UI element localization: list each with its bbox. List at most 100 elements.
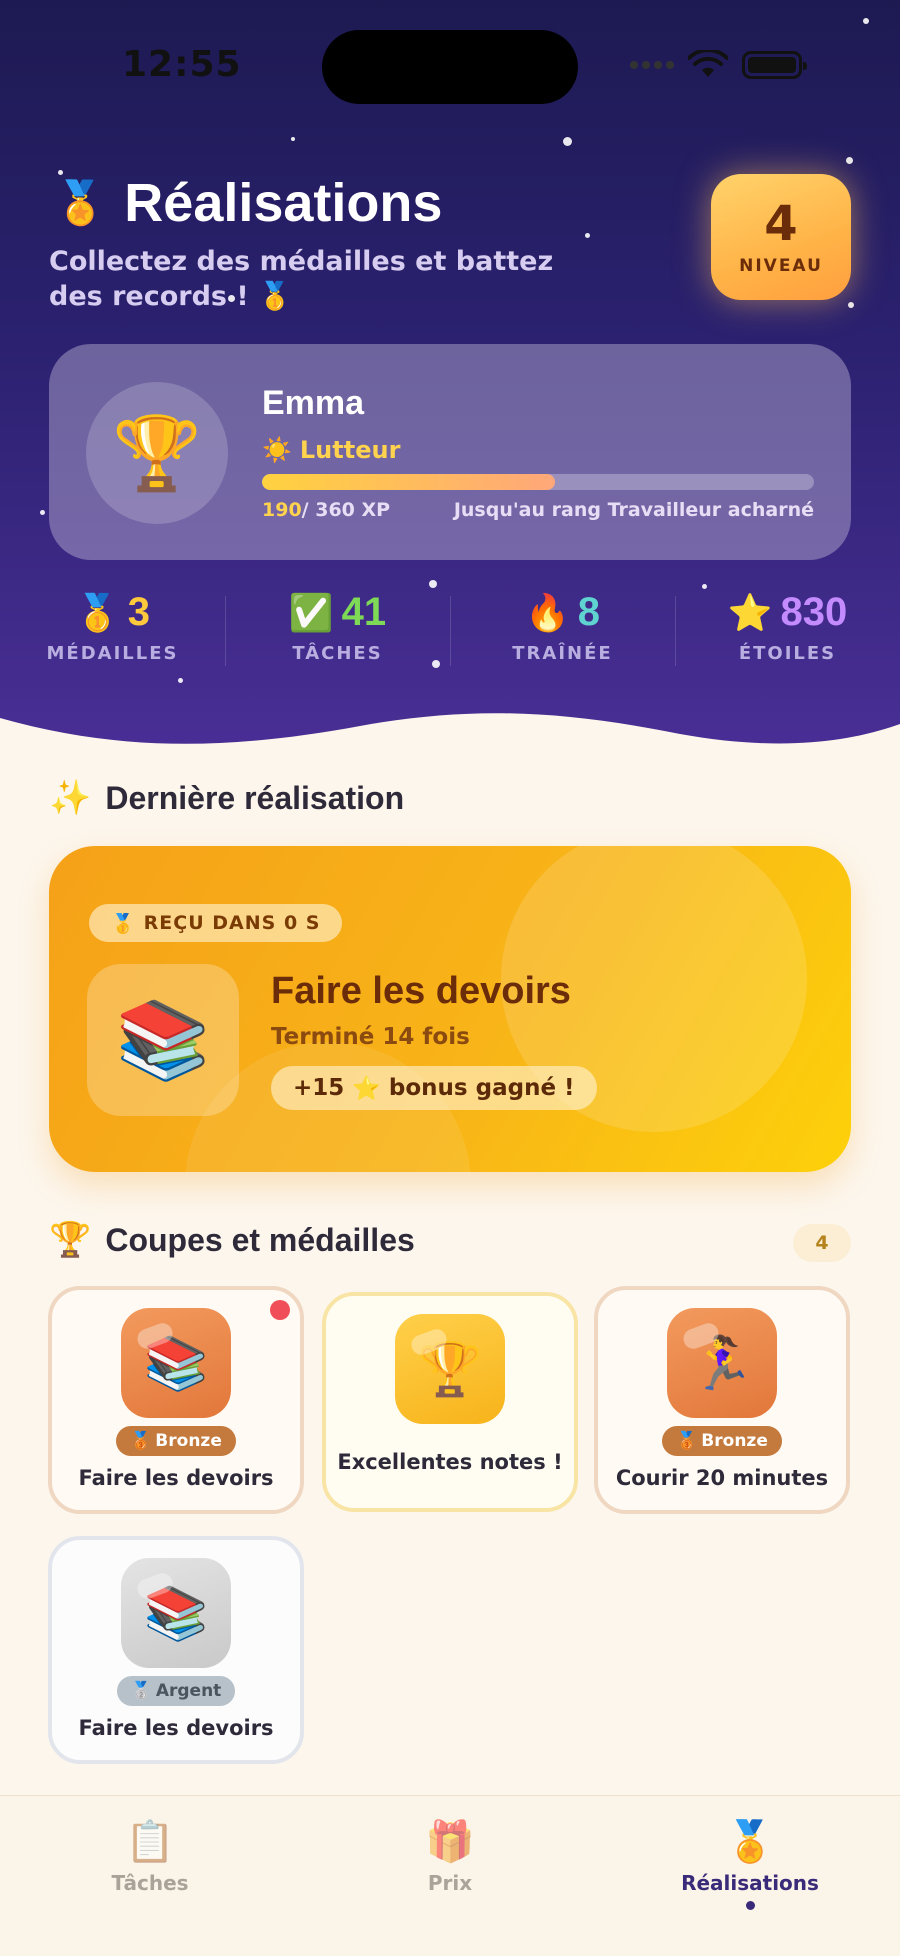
check-icon: ✅ — [288, 592, 334, 634]
fire-icon: 🔥 — [524, 592, 570, 634]
stat-tasks[interactable]: ✅ 41 TÂCHES — [225, 590, 450, 666]
medal-icon: 🥇 — [74, 592, 120, 634]
stat-label: TRAÎNÉE — [512, 643, 613, 664]
medal-card[interactable]: 🏆 Excellentes notes ! — [322, 1292, 578, 1512]
books-icon: 📚 — [121, 1308, 231, 1418]
tab-label: Prix — [427, 1871, 473, 1895]
medal-name: Faire les devoirs — [78, 1466, 274, 1490]
stat-value: 830 — [780, 590, 848, 634]
level-label: NIVEAU — [739, 256, 823, 276]
wave-divider — [0, 713, 900, 760]
medal-card[interactable]: 🏃‍♀️ 🥉 Bronze Courir 20 minutes — [594, 1286, 850, 1514]
bonus-text: bonus gagné ! — [388, 1075, 575, 1101]
stat-value: 41 — [341, 590, 387, 634]
tier-label: Bronze — [701, 1431, 768, 1451]
dynamic-island — [322, 30, 578, 104]
profile-name: Emma — [262, 384, 365, 422]
signal-icon — [630, 61, 674, 69]
status-time: 12:55 — [122, 44, 242, 85]
latest-subtitle: Terminé 14 fois — [271, 1024, 470, 1050]
profile-rank: ☀️ Lutteur — [262, 436, 400, 464]
tab-label: Tâches — [111, 1871, 189, 1895]
xp-current: 190 — [262, 499, 302, 521]
star-decoration — [429, 580, 437, 588]
xp-progress-bar — [262, 474, 814, 490]
bronze-medal-icon: 🥉 — [130, 1431, 152, 1451]
page-header: 🏅 Réalisations — [54, 172, 442, 234]
medal-name: Courir 20 minutes — [615, 1466, 829, 1490]
hero-header: 12:55 🏅 Réalisations Collectez des médai… — [0, 0, 900, 760]
silver-medal-icon: 🥈 — [130, 1681, 152, 1701]
star-decoration — [846, 157, 853, 164]
stat-value: 8 — [577, 590, 601, 634]
received-label: REÇU DANS 0 S — [143, 912, 321, 934]
bonus-amount: +15 — [293, 1075, 345, 1101]
new-indicator-dot — [270, 1300, 290, 1320]
profile-rank-label: Lutteur — [299, 436, 401, 464]
page-subtitle: Collectez des médailles et battez des re… — [49, 246, 554, 312]
wifi-icon — [688, 50, 728, 77]
medal-card[interactable]: 📚 🥉 Bronze Faire les devoirs — [48, 1286, 304, 1514]
next-rank-text: Jusqu'au rang Travailleur acharné — [453, 499, 814, 521]
running-icon: 🏃‍♀️ — [667, 1308, 777, 1418]
medal-card[interactable]: 📚 🥈 Argent Faire les devoirs — [48, 1536, 304, 1764]
level-value: 4 — [764, 196, 798, 252]
trophy-icon: 🏆 — [86, 382, 228, 524]
bonus-badge: +15 ⭐ bonus gagné ! — [271, 1066, 597, 1110]
tab-label: Réalisations — [681, 1871, 819, 1895]
received-badge: 🥇 REÇU DANS 0 S — [89, 904, 343, 942]
trophy-icon: 🏆 — [49, 1220, 92, 1260]
sparkles-icon: ✨ — [49, 778, 92, 818]
stats-row: 🥇 3 MÉDAILLES ✅ 41 TÂCHES 🔥 8 TRAÎNÉE ⭐ … — [0, 590, 900, 666]
xp-progress-fill — [262, 474, 555, 490]
tier-label: Bronze — [155, 1431, 222, 1451]
trophy-icon: 🏆 — [395, 1314, 505, 1424]
tab-bar: 📋 Tâches 🎁 Prix 🏅 Réalisations — [0, 1795, 900, 1956]
medal-icon: 🥇 — [111, 912, 136, 935]
star-decoration — [863, 18, 869, 24]
latest-section-title: Dernière réalisation — [105, 779, 405, 816]
tier-badge: 🥈 Argent — [116, 1676, 236, 1706]
medals-section-header: 🏆 Coupes et médailles — [49, 1220, 415, 1260]
medals-count-badge: 4 — [793, 1224, 851, 1262]
xp-text: 190/ 360 XP — [262, 499, 390, 521]
star-decoration — [291, 137, 295, 141]
star-decoration — [563, 137, 572, 146]
tab-tasks[interactable]: 📋 Tâches — [50, 1818, 250, 1895]
tier-badge: 🥉 Bronze — [662, 1426, 782, 1456]
level-badge[interactable]: 4 NIVEAU — [711, 174, 851, 300]
tier-label: Argent — [155, 1681, 222, 1701]
stat-stars[interactable]: ⭐ 830 ÉTOILES — [675, 590, 900, 666]
star-decoration — [702, 584, 707, 589]
latest-achievement-card[interactable]: 🥇 REÇU DANS 0 S 📚 Faire les devoirs Term… — [49, 846, 851, 1172]
books-icon: 📚 — [121, 1558, 231, 1668]
medals-section-title: Coupes et médailles — [105, 1221, 415, 1258]
active-tab-indicator — [745, 1901, 755, 1910]
tier-badge: 🥉 Bronze — [116, 1426, 236, 1456]
stat-streak[interactable]: 🔥 8 TRAÎNÉE — [450, 590, 675, 666]
bronze-medal-icon: 🥉 — [676, 1431, 698, 1451]
stat-value: 3 — [127, 590, 151, 634]
latest-section-header: ✨ Dernière réalisation — [49, 778, 404, 818]
medal-icon: 🏅 — [725, 1819, 775, 1865]
star-decoration — [178, 678, 183, 683]
stat-label: ÉTOILES — [738, 643, 837, 664]
medal-name: Faire les devoirs — [78, 1716, 274, 1740]
tab-achievements[interactable]: 🏅 Réalisations — [650, 1818, 850, 1910]
stat-label: TÂCHES — [292, 643, 383, 664]
xp-total: / 360 XP — [301, 499, 391, 521]
star-icon: ⭐ — [352, 1075, 381, 1102]
medal-name: Excellentes notes ! — [337, 1450, 563, 1474]
star-decoration — [40, 510, 45, 515]
stat-medals[interactable]: 🥇 3 MÉDAILLES — [0, 590, 225, 664]
books-icon: 📚 — [87, 964, 239, 1116]
battery-icon — [742, 51, 807, 79]
tab-prizes[interactable]: 🎁 Prix — [350, 1818, 550, 1895]
star-decoration — [848, 302, 854, 308]
profile-card[interactable]: 🏆 Emma ☀️ Lutteur 190/ 360 XP Jusqu'au r… — [49, 344, 851, 560]
medal-ribbon-icon: 🏅 — [54, 178, 107, 227]
latest-title: Faire les devoirs — [271, 970, 571, 1012]
gift-icon: 🎁 — [425, 1819, 475, 1865]
stat-label: MÉDAILLES — [46, 643, 179, 664]
sun-icon: ☀️ — [262, 436, 292, 464]
